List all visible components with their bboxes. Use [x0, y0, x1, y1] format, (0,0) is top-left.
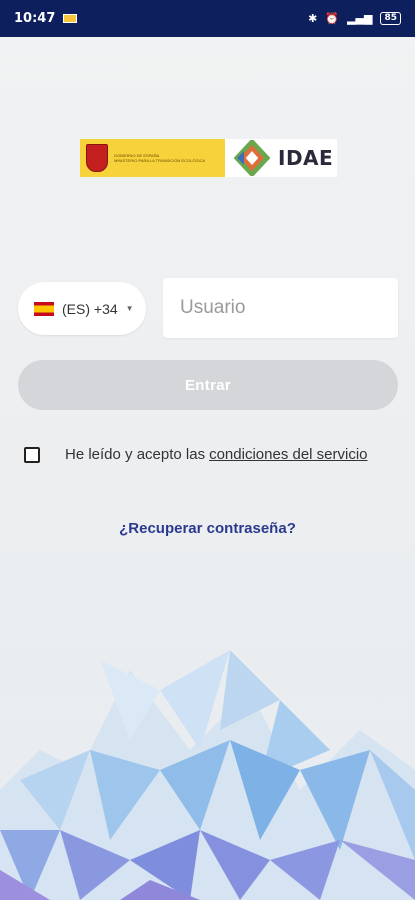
idae-logo: IDAE — [225, 139, 337, 177]
terms-text: He leído y acepto las — [65, 446, 206, 463]
bluetooth-icon: ✱ — [308, 12, 318, 25]
coat-of-arms-icon — [86, 144, 108, 172]
gobierno-text: GOBIERNO DE ESPAÑA MINISTERIO PARA LA TR… — [114, 153, 205, 163]
ministerio-label: MINISTERIO PARA LA TRANSICIÓN ECOLÓGICA — [114, 158, 206, 163]
terms-row: He leído y acepto las condiciones del se… — [24, 446, 368, 463]
app-logo: GOBIERNO DE ESPAÑA MINISTERIO PARA LA TR… — [80, 139, 337, 177]
username-input[interactable] — [163, 278, 398, 338]
idae-mark-icon — [233, 140, 271, 176]
battery-icon: 85 — [380, 12, 401, 25]
decorative-triangles-background — [0, 650, 415, 900]
spain-flag-icon — [34, 301, 54, 316]
country-code-selector[interactable]: (ES) +34 ▼ — [18, 282, 146, 335]
signal-icon: ▂▄▆ — [347, 12, 373, 25]
notification-icon — [63, 14, 78, 23]
recover-password-link[interactable]: ¿Recuperar contraseña? — [0, 520, 415, 537]
terms-link[interactable]: condiciones del servicio — [209, 446, 367, 463]
status-right: ✱ ⏰ ▂▄▆ 85 — [308, 12, 401, 25]
gobierno-logo: GOBIERNO DE ESPAÑA MINISTERIO PARA LA TR… — [80, 139, 225, 177]
terms-checkbox[interactable] — [24, 446, 40, 463]
enter-button[interactable]: Entrar — [18, 360, 398, 410]
idae-wordmark: IDAE — [278, 146, 334, 170]
chevron-down-icon: ▼ — [125, 304, 134, 313]
country-code-label: (ES) +34 — [62, 300, 118, 317]
alarm-icon: ⏰ — [325, 12, 340, 25]
status-time: 10:47 — [14, 11, 56, 26]
status-bar: 10:47 ✱ ⏰ ▂▄▆ 85 — [0, 0, 415, 37]
status-left: 10:47 — [14, 11, 78, 26]
